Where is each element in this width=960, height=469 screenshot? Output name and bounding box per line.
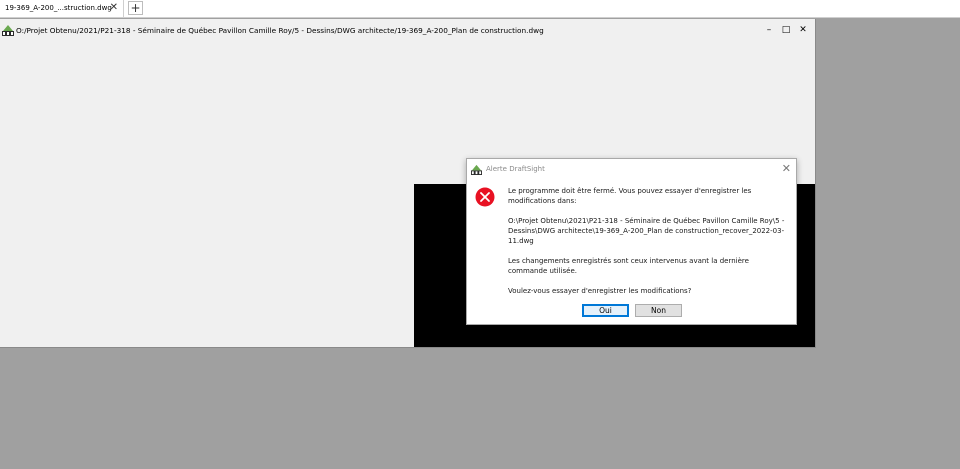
error-circle-icon	[475, 187, 495, 207]
window-titlebar: O:/Projet Obtenu/2021/P21-318 - Séminair…	[0, 19, 816, 43]
maximize-button[interactable]: □	[778, 19, 794, 43]
alert-dialog: Alerte DraftSight ✕ Le programme doit êt…	[466, 158, 797, 325]
draftsight-app-icon	[471, 164, 482, 175]
no-button[interactable]: Non	[635, 304, 682, 317]
dialog-question: Voulez-vous essayer d'enregistrer les mo…	[508, 287, 692, 295]
new-tab-button[interactable]: +	[128, 1, 143, 15]
tab-document[interactable]: 19-369_A-200_...struction.dwg ✕	[0, 0, 124, 17]
document-tab-bar: 19-369_A-200_...struction.dwg ✕ +	[0, 0, 960, 18]
dialog-note: Les changements enregistrés sont ceux in…	[508, 257, 749, 275]
window-title: O:/Projet Obtenu/2021/P21-318 - Séminair…	[16, 26, 544, 35]
dialog-titlebar: Alerte DraftSight ✕	[467, 159, 796, 179]
recovery-path: O:\Projet Obtenu\2021\P21-318 - Séminair…	[508, 217, 785, 245]
dialog-title: Alerte DraftSight	[486, 165, 545, 173]
minimize-button[interactable]: –	[761, 19, 777, 43]
tab-label: 19-369_A-200_...struction.dwg	[5, 4, 112, 12]
yes-button[interactable]: Oui	[582, 304, 629, 317]
dialog-message: Le programme doit être fermé. Vous pouve…	[508, 187, 752, 205]
draftsight-app-icon	[2, 25, 14, 36]
dialog-close-icon[interactable]: ✕	[782, 159, 791, 179]
tab-close-icon[interactable]: ✕	[110, 0, 118, 16]
close-window-button[interactable]: ✕	[795, 19, 811, 43]
